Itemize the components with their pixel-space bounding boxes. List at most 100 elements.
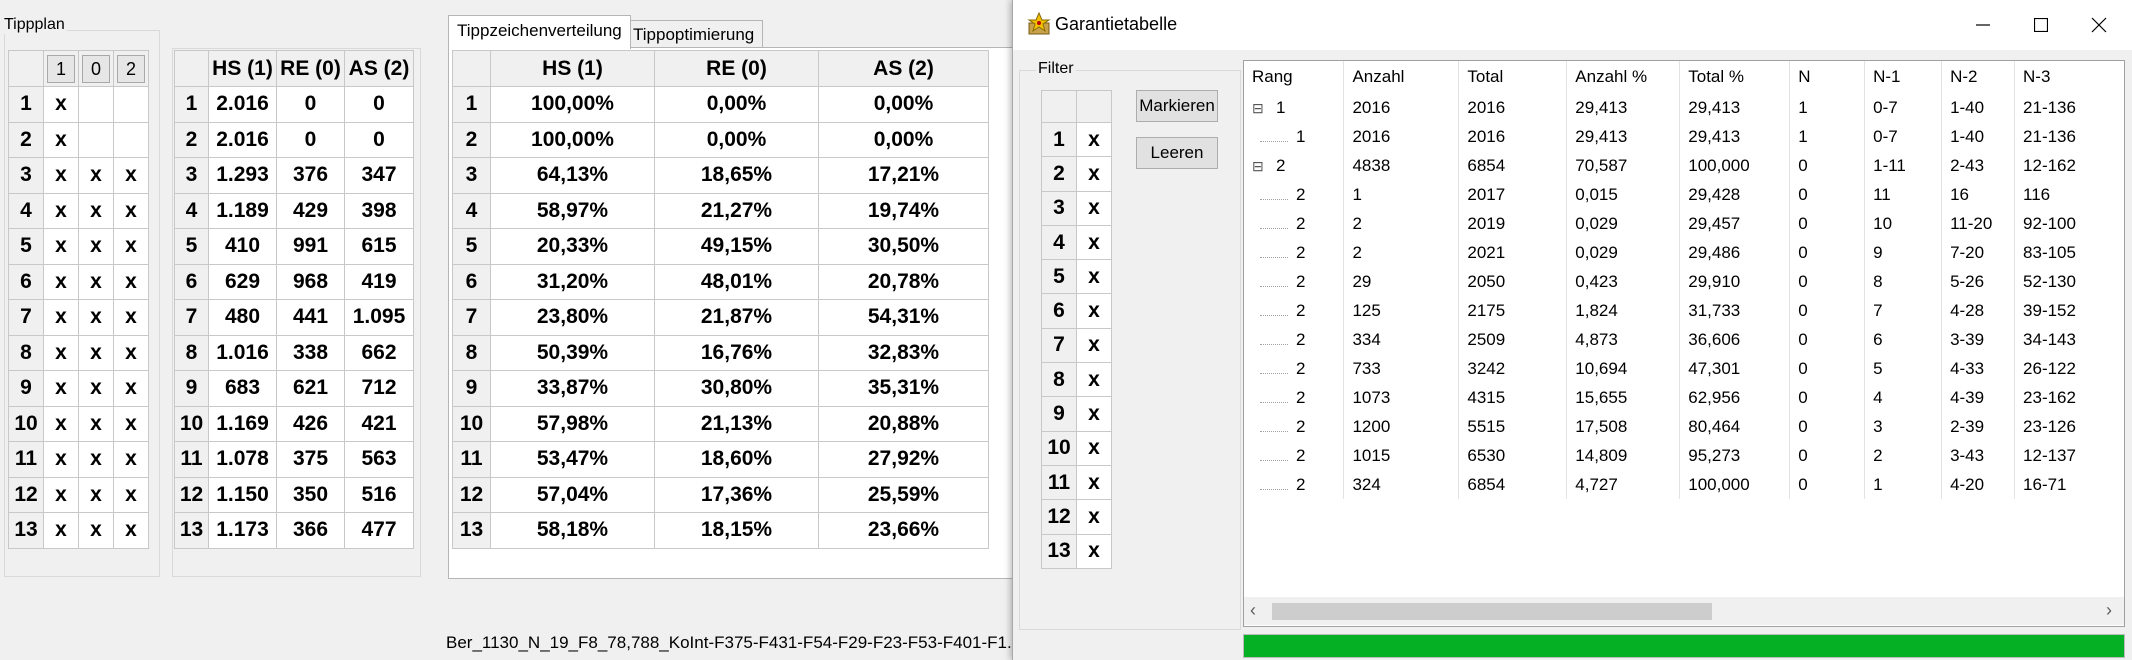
close-button[interactable] bbox=[2076, 0, 2122, 50]
tip-cell[interactable]: x bbox=[43, 86, 79, 123]
filter-row[interactable]: 3x bbox=[1041, 190, 1112, 226]
filter-cell[interactable]: x bbox=[1076, 533, 1112, 569]
filter-header[interactable] bbox=[1076, 90, 1112, 123]
filter-row[interactable]: 10 x bbox=[1041, 430, 1112, 466]
column-header[interactable]: N bbox=[1789, 61, 1866, 93]
tip-cell[interactable]: x bbox=[78, 228, 114, 265]
tip-cell[interactable] bbox=[113, 86, 149, 123]
filter-row[interactable]: 7x bbox=[1041, 327, 1112, 364]
tab-tippoptimierung[interactable]: Tippoptimierung bbox=[624, 20, 764, 48]
tree-node[interactable]: ⊟ 2 bbox=[1252, 156, 1285, 176]
tip-cell[interactable]: x bbox=[43, 228, 79, 265]
tree-row[interactable]: 2 2 2019 0,029 29,457 0 10 11-20 92-100 bbox=[1244, 209, 2124, 238]
tip-cell[interactable]: x bbox=[43, 121, 79, 158]
leeren-button[interactable]: Leeren bbox=[1136, 137, 1218, 169]
tip-1-button[interactable]: 1 bbox=[47, 54, 75, 83]
tree-node[interactable]: 2 bbox=[1252, 185, 1305, 205]
column-header[interactable]: Anzahl bbox=[1343, 61, 1460, 93]
filter-row[interactable]: 2x bbox=[1041, 156, 1112, 192]
column-header[interactable]: N-2 bbox=[1941, 61, 2016, 93]
tree-node[interactable]: 2 bbox=[1252, 214, 1305, 234]
counts-header-hs[interactable]: HS (1) bbox=[208, 50, 277, 87]
tippplan-row[interactable]: 2x bbox=[8, 121, 149, 158]
filter-row[interactable]: 1x bbox=[1041, 121, 1112, 158]
tip-cell[interactable]: x bbox=[113, 263, 149, 300]
tip-cell[interactable]: x bbox=[113, 512, 149, 549]
tab-tippzeichenverteilung[interactable]: Tippzeichenverteilung bbox=[448, 15, 631, 49]
collapse-icon[interactable]: ⊟ bbox=[1252, 100, 1266, 117]
tippplan-row[interactable]: 6xxx bbox=[8, 263, 149, 300]
column-header[interactable]: Total bbox=[1458, 61, 1568, 93]
tip-cell[interactable]: x bbox=[43, 334, 79, 371]
filter-cell[interactable]: x bbox=[1076, 259, 1112, 295]
tip-cell[interactable]: x bbox=[78, 334, 114, 371]
tippplan-header-1[interactable]: 1 bbox=[43, 50, 79, 87]
column-header[interactable]: N-1 bbox=[1864, 61, 1943, 93]
filter-cell[interactable]: x bbox=[1076, 224, 1112, 261]
filter-row[interactable]: 11 x bbox=[1041, 464, 1112, 501]
tree-row[interactable]: 2 324 6854 4,727 100,000 0 1 4-20 16-71 bbox=[1244, 470, 2124, 499]
tree-row[interactable]: 2 125 2175 1,824 31,733 0 7 4-28 39-152 bbox=[1244, 296, 2124, 325]
tippplan-header-2[interactable]: 2 bbox=[113, 50, 149, 87]
tip-cell[interactable]: x bbox=[78, 476, 114, 513]
tip-cell[interactable]: x bbox=[113, 192, 149, 229]
distribution-table[interactable]: HS (1) RE (0) AS (2) 1 100,00% 0,00% 0,00% 2… bbox=[452, 50, 989, 549]
tree-node[interactable]: 2 bbox=[1252, 388, 1305, 408]
tippplan-header-0[interactable]: 0 bbox=[78, 50, 114, 87]
markieren-button[interactable]: Markieren bbox=[1136, 90, 1218, 122]
tip-2-button[interactable]: 2 bbox=[117, 54, 145, 83]
horizontal-scrollbar[interactable]: ‹ › bbox=[1244, 597, 2124, 625]
tree-row[interactable]: 2 733 3242 10,694 47,301 0 5 4-33 26-122 bbox=[1244, 354, 2124, 383]
tip-cell[interactable]: x bbox=[113, 476, 149, 513]
filter-cell[interactable]: x bbox=[1076, 362, 1112, 398]
tip-cell[interactable]: x bbox=[113, 334, 149, 371]
tippplan-row[interactable]: 13 x x x bbox=[8, 512, 149, 549]
tree-node[interactable]: 2 bbox=[1252, 359, 1305, 379]
title-bar[interactable]: Garantietabelle bbox=[1013, 0, 2132, 50]
tip-cell[interactable]: x bbox=[113, 228, 149, 265]
tippplan-table[interactable]: 1 0 2 1 x 2 x 3 x x x 4 x x x 5 x x x 6 x x x 7 x x x 8 x x x 9 x x x 10… bbox=[8, 50, 149, 549]
tip-cell[interactable]: x bbox=[113, 441, 149, 478]
tip-cell[interactable]: x bbox=[78, 512, 114, 549]
tip-0-button[interactable]: 0 bbox=[82, 54, 110, 83]
tip-cell[interactable]: x bbox=[43, 476, 79, 513]
tippplan-row[interactable]: 12 x x x bbox=[8, 476, 149, 513]
tip-cell[interactable]: x bbox=[113, 405, 149, 442]
filter-cell[interactable]: x bbox=[1076, 156, 1112, 192]
filter-cell[interactable]: x bbox=[1076, 327, 1112, 364]
scroll-left-icon[interactable]: ‹ bbox=[1250, 600, 1256, 621]
column-header[interactable]: Anzahl % bbox=[1566, 61, 1681, 93]
tree-row[interactable]: 1 2016 2016 29,413 29,413 1 0-7 1-40 21-136 bbox=[1244, 122, 2124, 151]
filter-row[interactable]: 8x bbox=[1041, 362, 1112, 398]
tip-cell[interactable]: x bbox=[78, 405, 114, 442]
tree-row[interactable]: 2 334 2509 4,873 36,606 0 6 3-39 34-143 bbox=[1244, 325, 2124, 354]
tip-cell[interactable]: x bbox=[78, 370, 114, 407]
tippplan-row[interactable]: 9xxx bbox=[8, 370, 149, 407]
dist-header-re[interactable]: RE (0) bbox=[654, 50, 819, 87]
tip-cell[interactable]: x bbox=[43, 441, 79, 478]
tree-row[interactable]: 2 2 2021 0,029 29,486 0 9 7-20 83-105 bbox=[1244, 238, 2124, 267]
scrollbar-thumb[interactable] bbox=[1272, 603, 1712, 620]
filter-cell[interactable]: x bbox=[1076, 190, 1112, 226]
tree-node[interactable]: 2 bbox=[1252, 446, 1305, 466]
filter-cell[interactable]: x bbox=[1076, 464, 1112, 501]
tree-node[interactable]: 2 bbox=[1252, 475, 1305, 495]
dist-header-hs[interactable]: HS (1) bbox=[490, 50, 655, 87]
tip-cell[interactable]: x bbox=[43, 299, 79, 336]
tippplan-row[interactable]: 5xxx bbox=[8, 228, 149, 265]
filter-row[interactable]: 12 x bbox=[1041, 499, 1112, 535]
filter-cell[interactable]: x bbox=[1076, 293, 1112, 329]
tree-node[interactable]: 2 bbox=[1252, 301, 1305, 321]
tippplan-row[interactable]: 11 x x x bbox=[8, 441, 149, 478]
tip-cell[interactable]: x bbox=[78, 157, 114, 194]
tippplan-row[interactable]: 10 x x x bbox=[8, 405, 149, 442]
tip-cell[interactable]: x bbox=[78, 299, 114, 336]
tip-cell[interactable]: x bbox=[43, 263, 79, 300]
tippplan-row[interactable]: 4xxx bbox=[8, 192, 149, 229]
filter-row[interactable]: 6x bbox=[1041, 293, 1112, 329]
dist-header-as[interactable]: AS (2) bbox=[818, 50, 989, 87]
tree-row[interactable]: 2 29 2050 0,423 29,910 0 8 5-26 52-130 bbox=[1244, 267, 2124, 296]
tip-cell[interactable] bbox=[113, 121, 149, 158]
tip-cell[interactable]: x bbox=[78, 192, 114, 229]
counts-table[interactable]: HS (1) RE (0) AS (2) 1 2.016 0 0 2 2.016 0 0 3 1.… bbox=[174, 50, 414, 549]
